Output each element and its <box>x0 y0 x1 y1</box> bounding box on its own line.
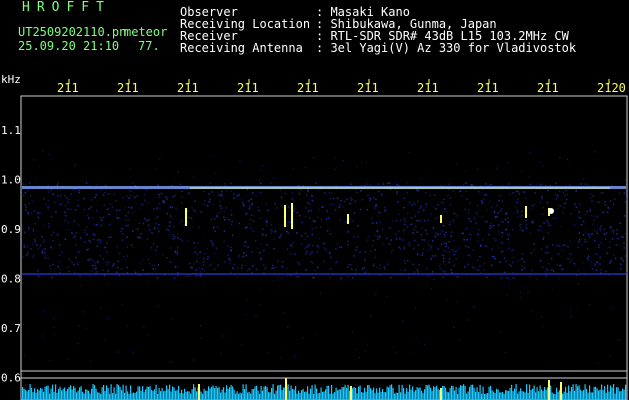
echo-streak <box>347 214 349 224</box>
axis-unit-label: kHz <box>1 73 21 86</box>
echo-streak <box>291 203 293 229</box>
time-tick-label: 211 <box>177 81 199 95</box>
spectrogram-panel: kHz 211 211 211 211 211 211 211 211 211 2120 1.11… <box>1 73 628 400</box>
freq-tick-label: 0.8 <box>1 273 21 286</box>
freq-tick-label: 0.9 <box>1 223 21 236</box>
echo-streak <box>440 215 442 223</box>
time-tick-label: 211 <box>57 81 79 95</box>
echo-spot <box>548 208 554 214</box>
time-tick-label: 2120 <box>597 81 626 95</box>
echo-streak <box>284 205 286 227</box>
plot-frame <box>20 95 628 400</box>
frequency-ticks: 1.1 1.0 0.9 0.8 0.7 0.6 <box>1 124 21 385</box>
spectrogram-noise <box>22 150 628 364</box>
time-tick-label: 211 <box>237 81 259 95</box>
freq-tick-label: 0.6 <box>1 372 21 385</box>
echo-streak <box>525 206 527 218</box>
time-tick-label: 211 <box>417 81 439 95</box>
time-ticks: 211 211 211 211 211 211 211 211 211 2120 <box>57 79 626 95</box>
time-tick-label: 211 <box>477 81 499 95</box>
freq-tick-label: 1.1 <box>1 124 21 137</box>
time-tick-label: 211 <box>357 81 379 95</box>
echo-streak <box>185 208 187 226</box>
freq-tick-label: 1.0 <box>1 174 21 187</box>
time-tick-label: 211 <box>117 81 139 95</box>
time-tick-label: 211 <box>297 81 319 95</box>
signal-level-bars <box>22 378 627 400</box>
time-tick-label: 211 <box>537 81 559 95</box>
freq-tick-label: 0.7 <box>1 322 21 335</box>
